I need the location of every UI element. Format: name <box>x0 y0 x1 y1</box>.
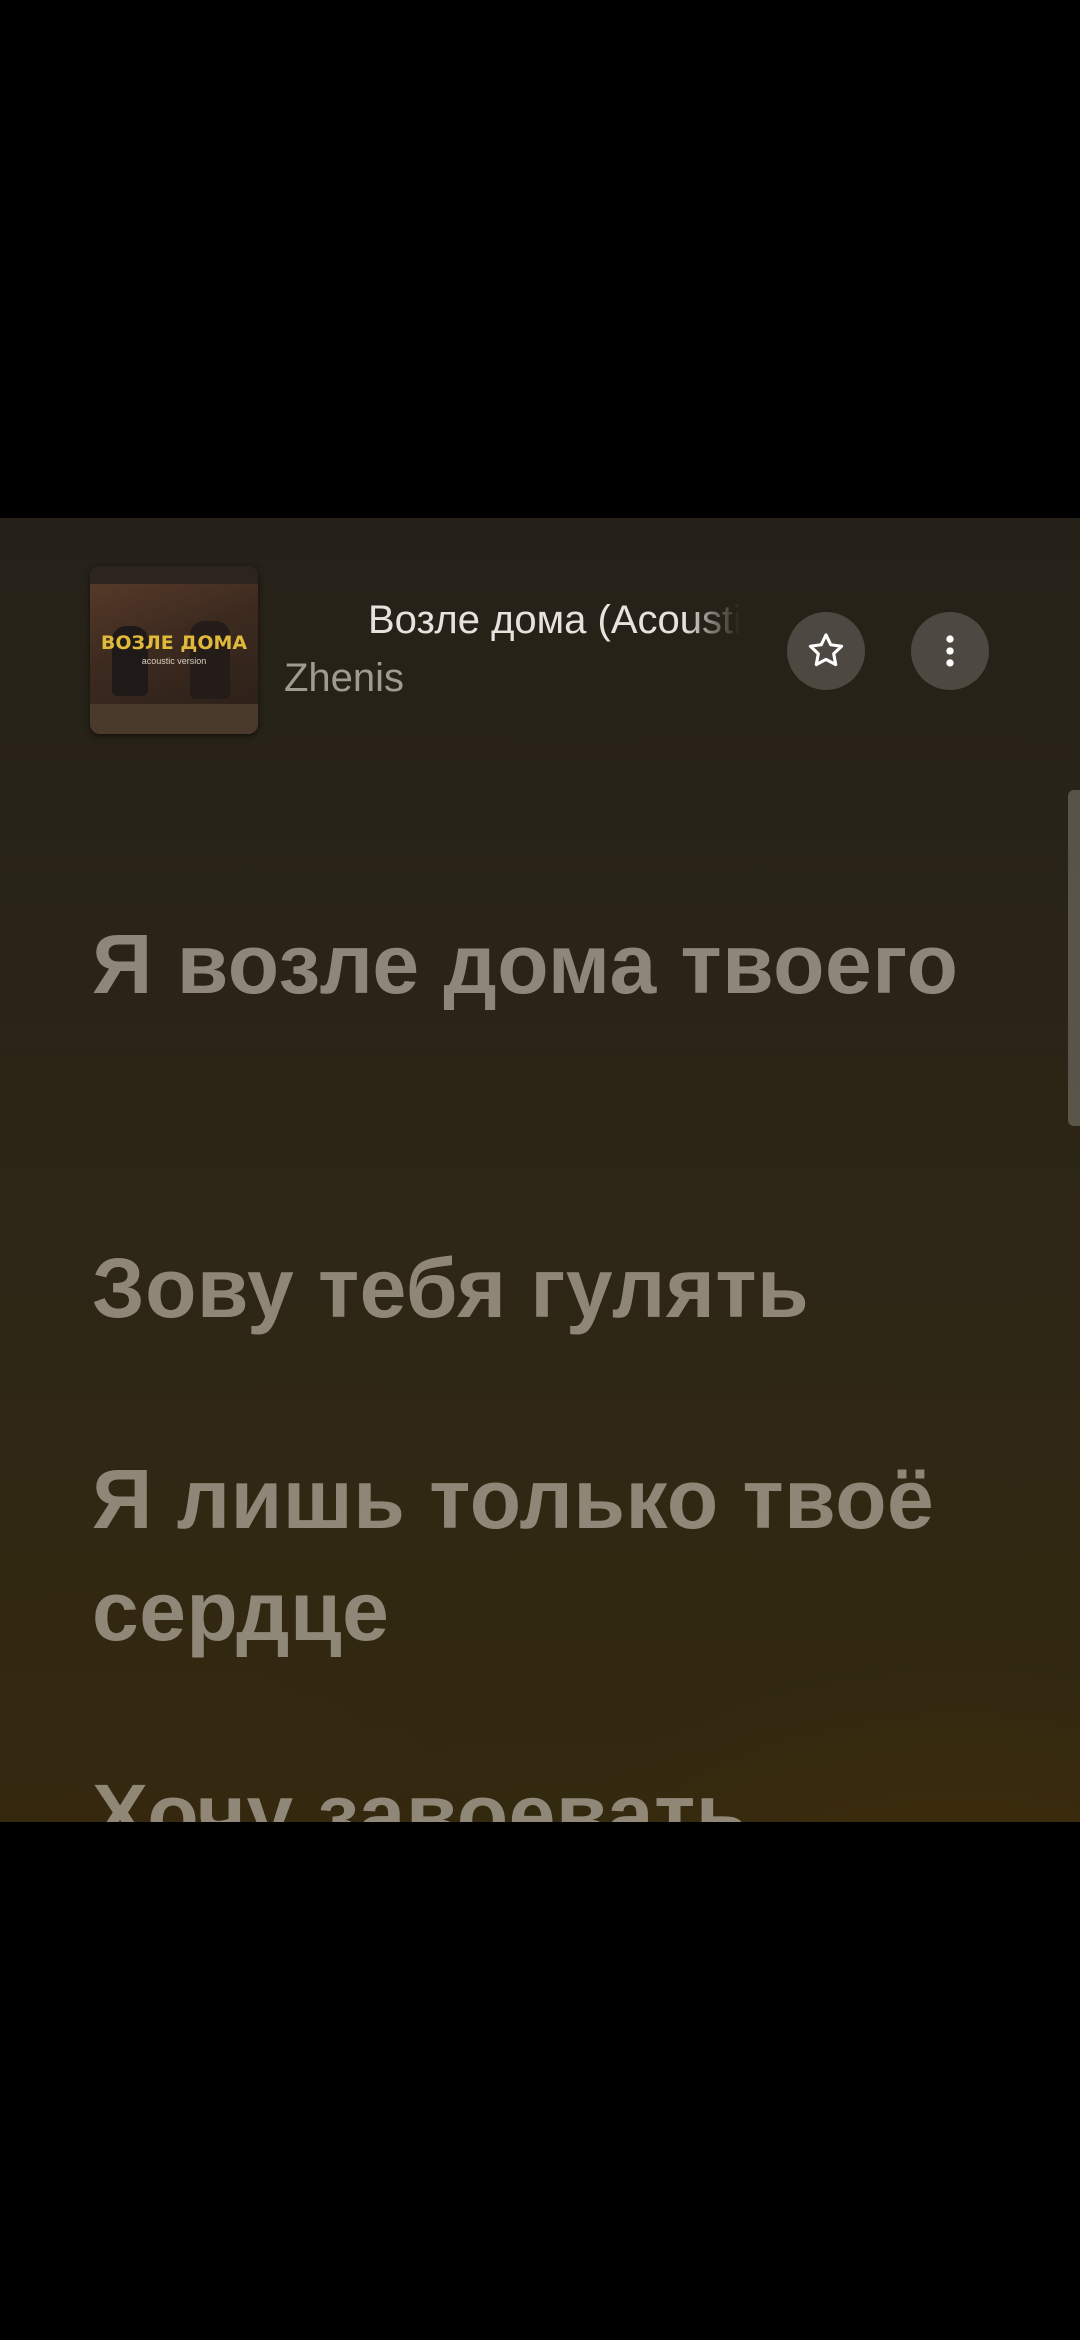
lyric-line[interactable]: Зову тебя гулять <box>92 1232 1042 1344</box>
letterbox-top <box>0 0 1080 518</box>
song-title[interactable]: Возле дома (Acoustic Version) <box>368 598 740 643</box>
artist-name[interactable]: Zhenis <box>284 656 404 701</box>
album-art[interactable]: ВОЗЛЕ ДОМА acoustic version <box>90 566 258 734</box>
scroll-indicator[interactable] <box>1068 790 1080 1126</box>
vertical-ellipsis-icon <box>946 635 954 667</box>
album-art-title: ВОЗЛЕ ДОМА <box>100 632 248 654</box>
lyric-line[interactable]: Я возле дома твоего <box>92 908 1042 1020</box>
now-playing-header: ВОЗЛЕ ДОМА acoustic version Возле дома (… <box>0 518 1080 738</box>
lyrics-player-screen: ВОЗЛЕ ДОМА acoustic version Возле дома (… <box>0 518 1080 1822</box>
lyric-line[interactable]: Я лишь только твоё сердце <box>92 1443 1042 1667</box>
album-art-subtitle: acoustic version <box>141 656 207 666</box>
favorite-button[interactable] <box>787 612 865 690</box>
letterbox-bottom <box>0 1822 1080 2340</box>
star-outline-icon <box>808 633 844 667</box>
lyric-line[interactable]: Хочу завоевать <box>92 1758 1042 1822</box>
more-options-button[interactable] <box>911 612 989 690</box>
